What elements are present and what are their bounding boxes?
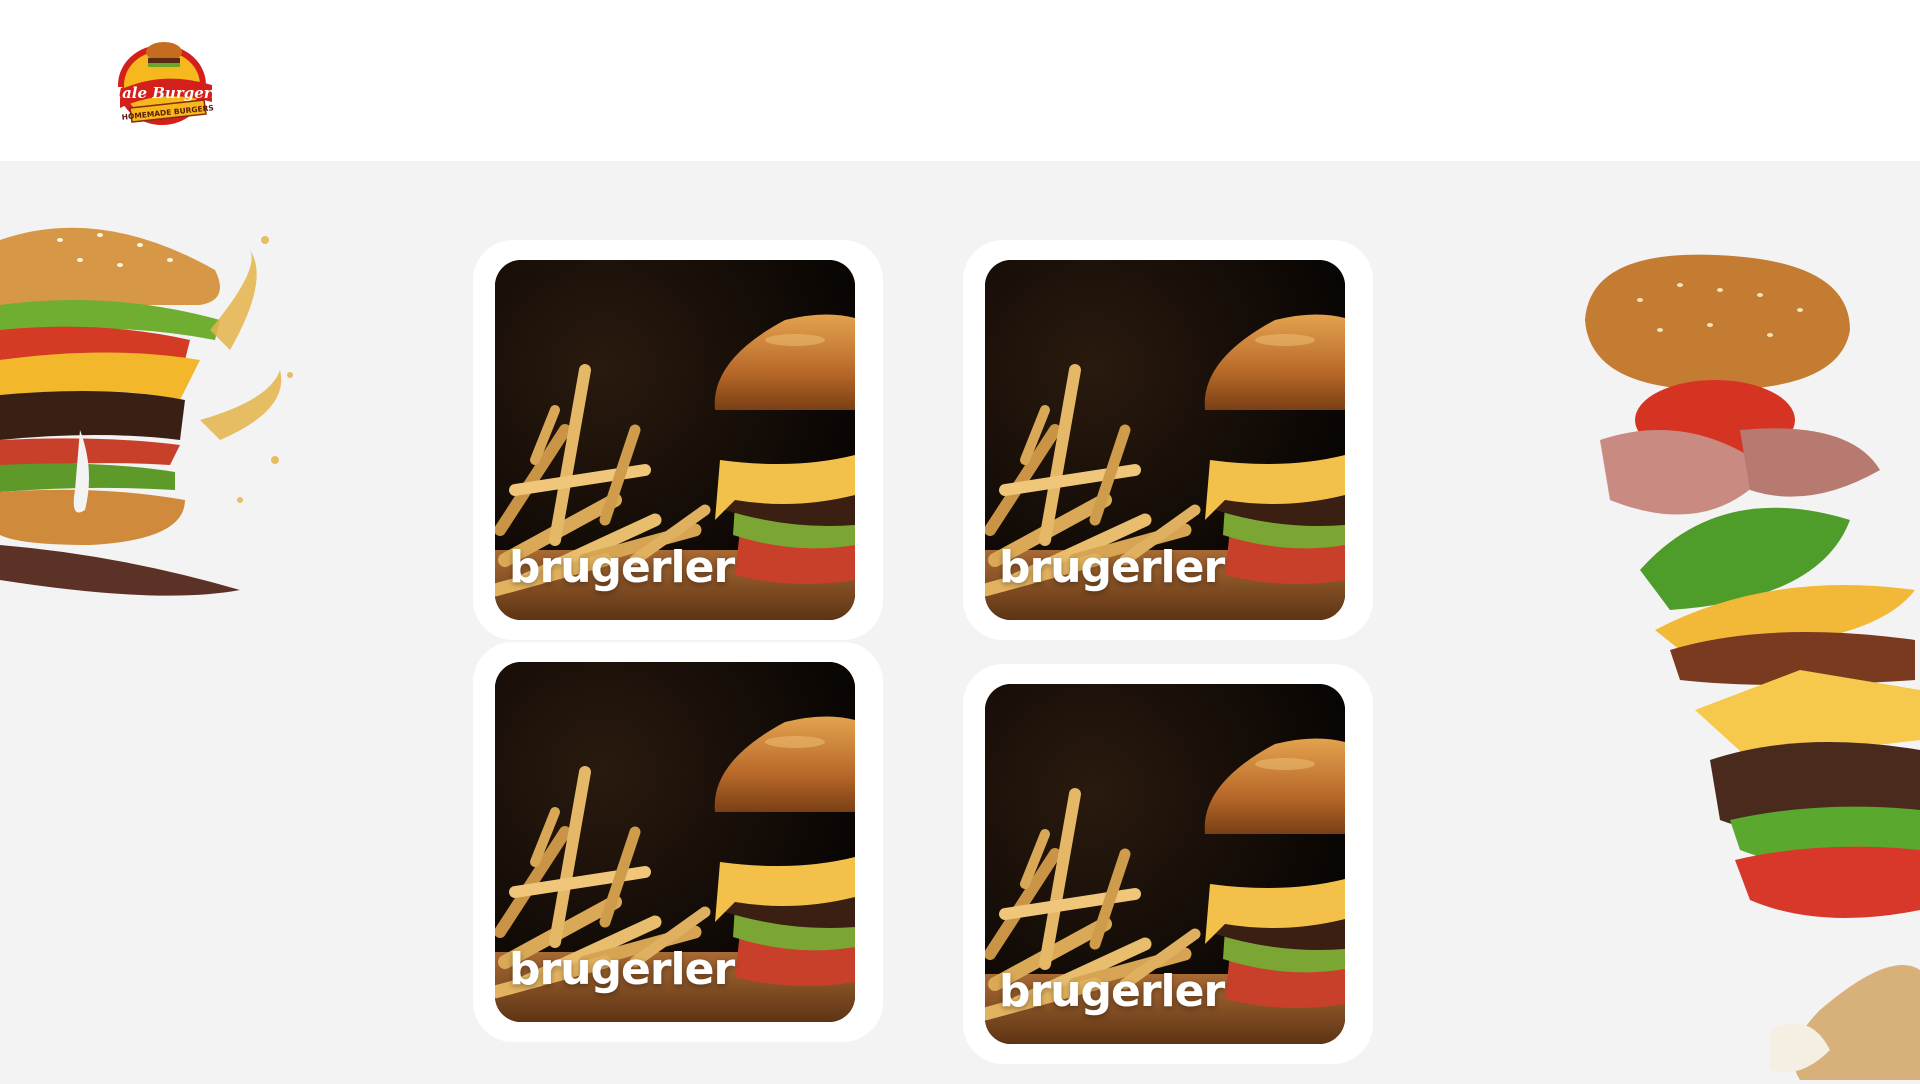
category-card[interactable]: brugerler bbox=[473, 642, 883, 1042]
category-card-label: brugerler bbox=[509, 944, 735, 995]
brand-logo[interactable] bbox=[112, 30, 222, 130]
category-card[interactable]: brugerler bbox=[963, 664, 1373, 1064]
splashing-burger-image bbox=[0, 210, 300, 610]
hale-burgers-logo-icon bbox=[112, 30, 222, 130]
category-card-label: brugerler bbox=[509, 542, 735, 593]
floating-ingredients-icon bbox=[1585, 254, 1920, 1080]
category-card-label: brugerler bbox=[999, 966, 1225, 1017]
category-card[interactable]: brugerler bbox=[963, 240, 1373, 640]
splashing-burger-icon bbox=[0, 227, 293, 596]
category-card-label: brugerler bbox=[999, 542, 1225, 593]
floating-burger-ingredients-image bbox=[1570, 250, 1920, 1080]
site-header bbox=[0, 0, 1920, 161]
category-card[interactable]: brugerler bbox=[473, 240, 883, 640]
